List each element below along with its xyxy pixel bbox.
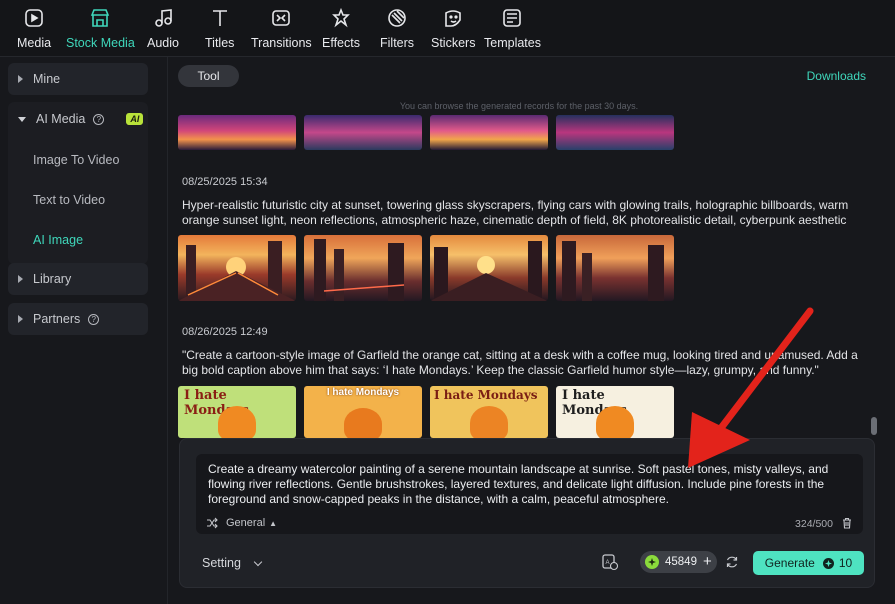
setting-dropdown[interactable]: Setting <box>202 556 263 570</box>
top-toolbar: Media Stock Media Audio Titles Transitio… <box>0 0 895 57</box>
filters-icon <box>385 6 409 30</box>
sidebar-item-text-to-video[interactable]: Text to Video <box>33 193 105 207</box>
credits-balance[interactable]: 45849 + <box>640 551 717 573</box>
toolbar-stickers-label: Stickers <box>431 36 476 50</box>
generate-cost: 10 <box>838 556 853 570</box>
main-panel: Tool Downloads You can browse the genera… <box>169 57 895 604</box>
garfield-figure <box>344 408 382 438</box>
toolbar-filters-label: Filters <box>380 36 415 50</box>
toolbar-titles[interactable]: Titles <box>205 6 234 50</box>
aspect-ratio-icon[interactable]: A <box>601 553 619 571</box>
generated-image-thumbnail[interactable] <box>430 115 548 150</box>
caret-up-icon: ▲ <box>269 518 278 528</box>
record-prompt: "Create a cartoon-style image of Garfiel… <box>182 348 858 377</box>
generated-image-thumbnail[interactable]: I hate Mondays <box>178 386 296 438</box>
prompt-textarea[interactable]: Create a dreamy watercolor painting of a… <box>196 454 863 534</box>
credit-coin-icon <box>822 557 834 569</box>
caret-right-icon <box>18 275 23 283</box>
generated-image-thumbnail[interactable]: I hate Mondays <box>556 386 674 438</box>
generated-image-thumbnail[interactable] <box>556 235 674 301</box>
audio-icon <box>151 6 175 30</box>
sidebar-item-ai-media[interactable]: AI Media ? AI <box>8 103 148 135</box>
titles-icon <box>208 6 232 30</box>
sidebar-item-ai-image[interactable]: AI Image <box>33 233 83 247</box>
mode-label: General <box>226 517 266 529</box>
scrollbar-thumb[interactable] <box>871 417 877 435</box>
garfield-figure <box>218 406 256 438</box>
toolbar-media[interactable]: Media <box>17 6 51 50</box>
stickers-icon <box>441 6 465 30</box>
toolbar-media-label: Media <box>17 36 52 50</box>
record-timestamp: 08/26/2025 12:49 <box>182 326 268 338</box>
generate-label: Generate <box>764 556 815 570</box>
prompt-text: Create a dreamy watercolor painting of a… <box>208 462 829 506</box>
toolbar-filters[interactable]: Filters <box>380 6 414 50</box>
toolbar-stock-media-label: Stock Media <box>66 36 135 50</box>
shuffle-icon <box>207 517 218 529</box>
generated-image-thumbnail[interactable] <box>178 235 296 301</box>
sidebar-item-partners[interactable]: Partners ? <box>8 303 148 335</box>
toolbar-effects-label: Effects <box>322 36 360 50</box>
transitions-icon <box>269 6 293 30</box>
toolbar-transitions-label: Transitions <box>251 36 312 50</box>
trash-icon[interactable] <box>841 517 853 529</box>
downloads-link[interactable]: Downloads <box>807 69 866 83</box>
caret-right-icon <box>18 315 23 323</box>
credit-coin-icon <box>645 555 659 569</box>
templates-icon <box>500 6 524 30</box>
sidebar-item-label: Library <box>33 272 72 286</box>
prompt-composer: Create a dreamy watercolor painting of a… <box>179 438 875 588</box>
thumbnail-caption: I hate Mondays <box>326 387 400 398</box>
toolbar-audio[interactable]: Audio <box>147 6 179 50</box>
generate-button[interactable]: Generate 10 <box>753 551 864 575</box>
toolbar-titles-label: Titles <box>205 36 235 50</box>
mode-selector[interactable]: General ▲ <box>206 517 277 529</box>
sidebar-item-library[interactable]: Library <box>8 263 148 295</box>
toolbar-templates-label: Templates <box>484 36 541 50</box>
chevron-down-icon <box>253 557 263 566</box>
thumbnail-caption: I hate Mondays <box>434 388 538 402</box>
char-counter: 324/500 <box>795 518 833 530</box>
ai-badge: AI <box>126 113 144 125</box>
effects-icon <box>329 6 353 30</box>
sidebar-item-label: Mine <box>33 72 61 86</box>
sidebar-item-image-to-video[interactable]: Image To Video <box>33 153 119 167</box>
toolbar-stickers[interactable]: Stickers <box>431 6 475 50</box>
sidebar-item-label: Partners <box>33 312 81 326</box>
media-icon <box>22 6 46 30</box>
caret-right-icon <box>18 75 23 83</box>
sidebar-item-mine[interactable]: Mine <box>8 63 148 95</box>
generated-image-thumbnail[interactable]: I hate Mondays <box>304 386 422 438</box>
tab-tool[interactable]: Tool <box>178 65 239 87</box>
help-icon[interactable]: ? <box>88 313 100 325</box>
stock-media-icon <box>88 6 112 30</box>
generated-image-thumbnail[interactable] <box>178 115 296 150</box>
generated-image-thumbnail[interactable] <box>430 235 548 301</box>
credits-value: 45849 <box>665 556 697 568</box>
generated-image-thumbnail[interactable] <box>304 235 422 301</box>
history-hint: You can browse the generated records for… <box>399 101 639 111</box>
toolbar-stock-media[interactable]: Stock Media <box>66 6 135 50</box>
refresh-icon[interactable] <box>725 555 739 569</box>
caret-down-icon <box>18 116 26 122</box>
plus-icon[interactable]: + <box>703 554 712 569</box>
setting-label: Setting <box>202 556 241 570</box>
garfield-figure <box>596 406 634 438</box>
generated-image-thumbnail[interactable]: I hate Mondays <box>430 386 548 438</box>
sidebar-item-label: AI Media <box>36 112 86 126</box>
help-icon[interactable]: ? <box>93 113 105 125</box>
svg-text:A: A <box>606 560 610 566</box>
record-timestamp: 08/25/2025 15:34 <box>182 176 268 188</box>
record-prompt: Hyper-realistic futuristic city at sunse… <box>182 198 849 227</box>
toolbar-audio-label: Audio <box>147 36 179 50</box>
generated-image-thumbnail[interactable] <box>556 115 674 150</box>
toolbar-transitions[interactable]: Transitions <box>251 6 312 50</box>
toolbar-effects[interactable]: Effects <box>322 6 360 50</box>
toolbar-templates[interactable]: Templates <box>484 6 541 50</box>
garfield-figure <box>470 406 508 438</box>
generated-image-thumbnail[interactable] <box>304 115 422 150</box>
sidebar: Mine AI Media ? AI Image To Video Text t… <box>0 57 168 604</box>
